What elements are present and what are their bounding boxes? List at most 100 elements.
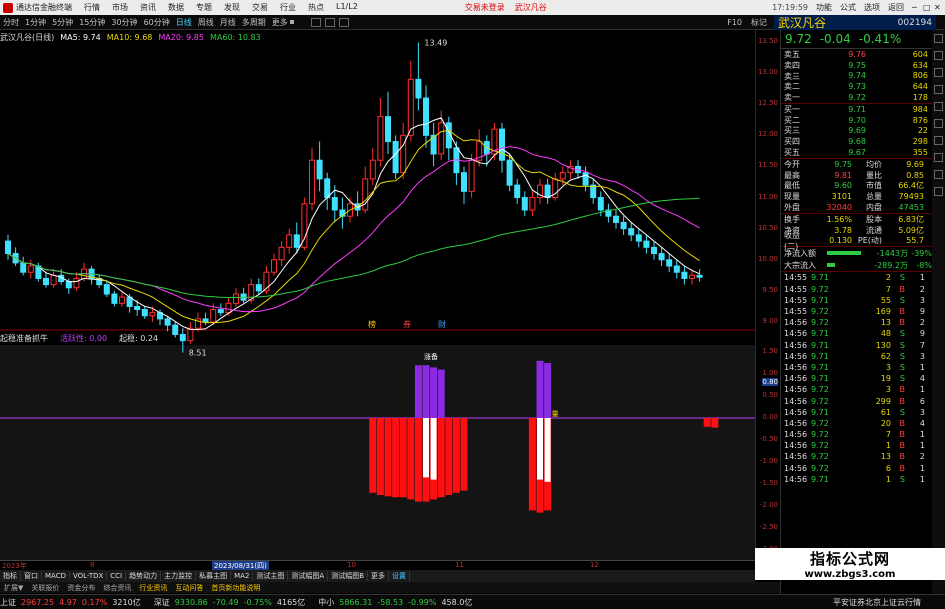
indicator-tab[interactable]: VOL-TDX [70,572,108,580]
sub-tab[interactable]: 扩展▼ [0,583,27,593]
menu-item-level[interactable]: L1/L2 [330,2,364,13]
indicator-tab[interactable]: 测试幅图A [288,571,329,581]
side-tool-icon[interactable] [934,68,943,77]
indicator-tab[interactable]: MACD [42,572,70,580]
order-book-row: 买四 9.68 298 [781,136,932,147]
indicator-tab[interactable]: 测试幅图B [328,571,369,581]
close-button[interactable]: ✕ [930,3,941,12]
period-more[interactable]: 更多 [269,17,297,28]
login-status[interactable]: 交易未登录 [460,2,510,13]
sub-tab[interactable]: 资金分布 [63,583,99,593]
sub-tab[interactable]: 互动问答 [171,583,207,593]
tick-volume: 1 [885,441,891,451]
menu-item-news[interactable]: 资讯 [134,2,162,13]
order-book-label: 卖四 [784,60,800,70]
order-book-volume: 984 [912,104,928,114]
stats-label: 股本 [866,214,882,224]
indicator-tab[interactable]: 设置 [389,571,411,581]
indicator-tab[interactable]: 主力监控 [161,571,197,581]
indicator-current-tag: 0.80 [762,377,778,386]
indicator-tab[interactable]: 测试主图 [253,571,289,581]
stats-value: 3.78 [834,225,852,235]
period-intraday[interactable]: 分时 [0,17,22,28]
sub-tab[interactable]: 首页新功能说明 [207,583,264,593]
stats-label: 今开 [784,159,800,169]
period-daily[interactable]: 日线 [173,17,195,28]
mark-button[interactable]: 标记 [748,17,770,28]
tick-time: 14:56 [784,441,808,451]
period-30min[interactable]: 30分钟 [108,17,140,28]
menu-item-topics[interactable]: 专题 [190,2,218,13]
sub-tab[interactable]: 关联报价 [27,583,63,593]
menu-item-function[interactable]: 功能 [812,2,836,13]
candle-body [50,274,57,286]
indicator-tab[interactable]: CCI [107,572,127,580]
grid-tool-icon[interactable] [338,17,349,27]
side-tool-icon[interactable] [934,187,943,196]
indicator-tab[interactable]: 窗口 [21,571,42,581]
indicator-bar-up [414,365,422,418]
period-60min[interactable]: 60分钟 [141,17,173,28]
period-5min[interactable]: 5分钟 [49,17,76,28]
kline-chart[interactable]: 13.49 8.51 榜 券 财涨备量 [0,30,755,560]
period-weekly[interactable]: 周线 [195,17,217,28]
draw-tool-icon[interactable] [310,17,321,27]
stats-label: 换手 [784,214,800,224]
indicator-name[interactable]: 起稳准备抓牛 [0,333,48,344]
period-1min[interactable]: 1分钟 [22,17,49,28]
zoom-tool-icon[interactable] [324,17,335,27]
tick-time: 14:56 [784,374,808,384]
sub-tab[interactable]: 综合资讯 [99,583,135,593]
menu-item-data[interactable]: 数据 [162,2,190,13]
index-group[interactable]: 上证 2967.25 4.97 0.17% 3210亿 [0,597,146,608]
watermark-title: 指标公式网 [809,550,890,568]
index-group[interactable]: 中小 5866.31 -58.53 -0.99% 458.0亿 [318,597,477,608]
tick-price: 9.71 [811,407,829,417]
tick-volume: 130 [875,340,891,350]
menu-item-trade[interactable]: 交易 [246,2,274,13]
indicator-tab[interactable]: MA2 [231,572,254,580]
tick-side: B [899,284,906,294]
candle-body [255,284,262,292]
candle-body [65,281,72,289]
indicator-tab[interactable]: 趋势动力 [126,571,162,581]
menu-item-hot[interactable]: 热点 [302,2,330,13]
period-monthly[interactable]: 月线 [217,17,239,28]
side-tool-icon[interactable] [934,170,943,179]
menu-item-back[interactable]: 返回 [884,2,908,13]
candle-body [689,274,695,279]
index-group[interactable]: 深证 9330.86 -70.49 -0.75% 4165亿 [154,597,311,608]
tick-price: 9.71 [811,295,829,305]
indicator-bar-up [437,369,445,418]
indicator-tab[interactable]: 更多 [368,571,390,581]
sub-tab[interactable]: 行业资讯 [135,583,171,593]
stats-row: 外盘 32040 内盘 47453 [781,202,932,213]
side-tool-icon[interactable] [934,102,943,111]
maximize-button[interactable]: □ [919,3,931,12]
menu-item-industry[interactable]: 行业 [274,2,302,13]
f10-button[interactable]: F10 [724,18,745,27]
tick-time: 14:56 [784,430,808,440]
quote-panel: 9.72 -0.04 -0.41% 卖五 9.76 604 卖四 9.75 634 卖三 9.… [780,30,932,594]
minimize-button[interactable]: ─ [908,3,919,12]
menu-item-formula[interactable]: 公式 [836,2,860,13]
side-tool-icon[interactable] [934,51,943,60]
period-15min[interactable]: 15分钟 [76,17,108,28]
side-tool-icon[interactable] [934,34,943,43]
period-multi[interactable]: 多周期 [239,17,269,28]
indicator-tab[interactable]: 私募主图 [196,571,232,581]
indicator-tab[interactable]: 指标 [0,571,21,581]
side-tool-icon[interactable] [934,153,943,162]
tick-volume: 2 [885,273,891,283]
menu-item-quotes[interactable]: 行情 [78,2,106,13]
menu-item-options[interactable]: 选项 [860,2,884,13]
side-tool-icon[interactable] [934,85,943,94]
side-tool-icon[interactable] [934,119,943,128]
current-stock-link[interactable]: 武汉凡谷 [510,2,552,13]
order-book-row: 卖二 9.73 644 [781,81,932,92]
tick-list[interactable]: 14:55 9.71 2 S 1 14:55 9.72 7 B 2 14:55 9.71 55 S 3 14:… [781,271,932,485]
side-tool-icon[interactable] [934,136,943,145]
index-change: -58.53 [377,597,404,607]
menu-item-market[interactable]: 市场 [106,2,134,13]
menu-item-discover[interactable]: 发现 [218,2,246,13]
